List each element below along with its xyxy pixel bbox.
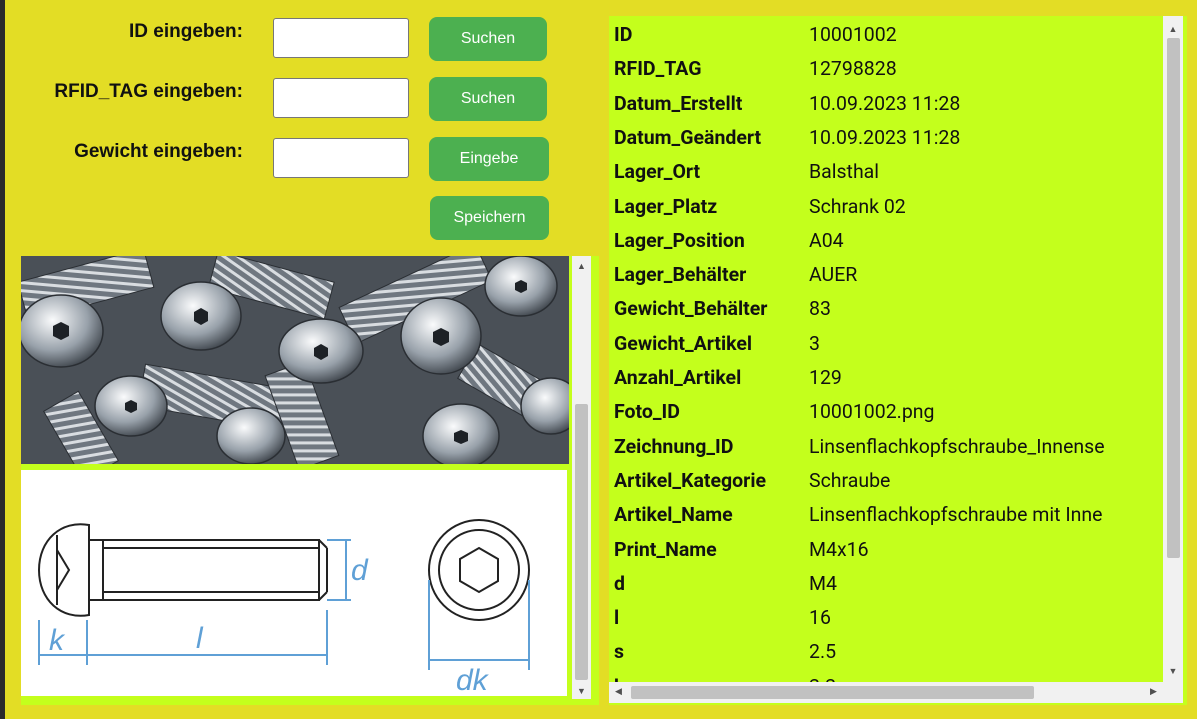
search-id-button[interactable]: Suchen	[429, 17, 547, 61]
detail-value: AUER	[809, 263, 858, 287]
detail-value: Schraube	[809, 468, 891, 492]
detail-value: 10.09.2023 11:28	[809, 125, 961, 149]
weight-input[interactable]	[273, 138, 409, 178]
rfid-label: RFID_TAG eingeben:	[54, 81, 243, 102]
drawing-label-l: l	[196, 622, 204, 655]
app-window: ID eingeben: RFID_TAG eingeben: Gewicht …	[5, 0, 1197, 719]
product-photo	[21, 256, 569, 464]
detail-value: 2.5	[809, 640, 837, 664]
detail-key: l	[614, 606, 620, 630]
save-button[interactable]: Speichern	[430, 196, 549, 240]
scroll-left-icon[interactable]: ◀	[615, 686, 622, 697]
details-panel: ID 10001002 RFID_TAG 12798828 Datum_Erstellt…	[609, 16, 1187, 705]
scroll-down-icon[interactable]: ▼	[1163, 666, 1183, 676]
detail-key: Lager_Platz	[614, 194, 718, 218]
detail-key: Lager_Position	[614, 228, 745, 252]
detail-key: Lager_Behälter	[614, 263, 747, 287]
details-horizontal-scrollbar[interactable]: ◀ ▶	[609, 682, 1183, 703]
detail-value: M4	[809, 571, 837, 595]
detail-value: Linsenflachkopfschraube_Innense	[809, 434, 1105, 458]
details-horizontal-scroll-thumb[interactable]	[631, 686, 1034, 699]
detail-value: 10.09.2023 11:28	[809, 91, 961, 115]
enter-weight-button[interactable]: Eingebe	[429, 137, 549, 181]
detail-value: Schrank 02	[809, 194, 906, 218]
rfid-input[interactable]	[273, 78, 409, 118]
image-panel-scrollbar[interactable]: ▲ ▼	[572, 256, 591, 699]
detail-key: Artikel_Name	[614, 503, 733, 527]
detail-value: 10001002.png	[809, 400, 935, 424]
detail-value: A04	[809, 228, 844, 252]
search-rfid-button[interactable]: Suchen	[429, 77, 547, 121]
id-input[interactable]	[273, 18, 409, 58]
technical-drawing: d k l dk	[21, 470, 567, 696]
detail-key: ID	[614, 23, 633, 46]
detail-key: d	[614, 571, 625, 595]
detail-value: 129	[809, 366, 842, 389]
detail-key: Datum_Erstellt	[614, 91, 743, 115]
detail-key: s	[614, 640, 625, 664]
scroll-right-icon[interactable]: ▶	[1150, 686, 1157, 697]
detail-key: RFID_TAG	[614, 57, 702, 81]
drawing-label-dk: dk	[456, 664, 490, 696]
detail-key: Gewicht_Behälter	[614, 297, 768, 321]
detail-value: 3	[809, 331, 820, 355]
drawing-label-k: k	[49, 624, 66, 657]
detail-key: Artikel_Kategorie	[614, 468, 767, 492]
detail-value: 12798828	[809, 57, 897, 81]
weight-label: Gewicht eingeben:	[74, 141, 243, 162]
detail-value: Linsenflachkopfschraube mit Inne	[809, 503, 1103, 527]
scroll-up-icon[interactable]: ▲	[572, 261, 591, 271]
detail-value: 10001002	[809, 23, 897, 46]
detail-key: Anzahl_Artikel	[614, 366, 742, 389]
detail-key: Print_Name	[614, 537, 717, 561]
image-panel-scroll-thumb[interactable]	[575, 404, 588, 680]
details-vertical-scroll-thumb[interactable]	[1167, 38, 1180, 558]
scroll-down-icon[interactable]: ▼	[572, 686, 591, 696]
image-panel: d k l dk ▲ ▼	[21, 256, 599, 705]
detail-value: Balsthal	[809, 160, 880, 184]
detail-value: M4x16	[809, 537, 869, 561]
detail-key: Lager_Ort	[614, 160, 701, 184]
detail-key: Gewicht_Artikel	[614, 331, 753, 355]
detail-value: 16	[809, 606, 831, 630]
detail-value: 83	[809, 297, 831, 321]
id-label: ID eingeben:	[128, 21, 243, 42]
detail-key: Zeichnung_ID	[614, 434, 734, 458]
detail-key: Foto_ID	[614, 400, 680, 424]
scroll-up-icon[interactable]: ▲	[1163, 24, 1183, 34]
drawing-label-d: d	[351, 554, 369, 587]
details-vertical-scrollbar[interactable]: ▲ ▼	[1163, 16, 1183, 682]
detail-key: Datum_Geändert	[614, 125, 762, 149]
